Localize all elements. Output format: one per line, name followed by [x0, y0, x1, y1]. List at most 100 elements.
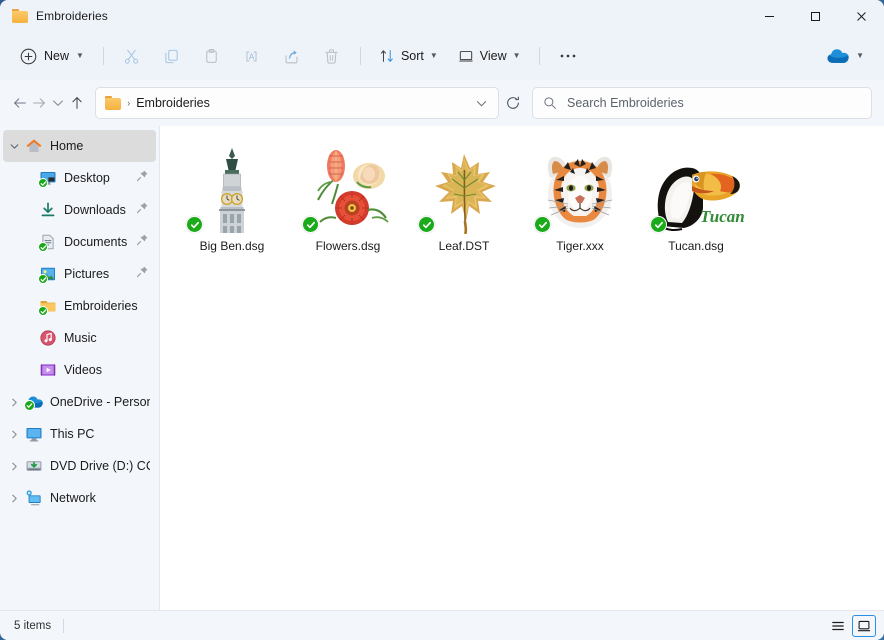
sidebar-item-embroideries[interactable]: Embroideries — [3, 290, 156, 322]
forward-button[interactable] — [31, 88, 48, 118]
chevron-right-icon[interactable] — [3, 429, 25, 440]
recent-locations-button[interactable] — [50, 88, 67, 118]
sort-button-label: Sort — [400, 49, 424, 63]
sidebar-item-dvd-drive-d-ccco[interactable]: DVD Drive (D:) CCCO — [3, 450, 156, 482]
item-count: 5 items — [14, 619, 52, 632]
sidebar-item-documents[interactable]: Documents — [3, 226, 156, 258]
sidebar-item-onedrive-personal[interactable]: OneDrive - Personal — [3, 386, 156, 418]
window-controls — [746, 0, 884, 32]
arrow-up-icon — [72, 97, 82, 109]
pin-icon[interactable] — [136, 201, 150, 219]
content-pane[interactable]: Big Ben.dsg Flowers.dsg Leaf.DST Tiger.xxx T… — [160, 126, 884, 610]
new-button[interactable]: New ▼ — [12, 40, 94, 72]
sidebar-item-videos[interactable]: Videos — [3, 354, 156, 386]
file-name: Tiger.xxx — [556, 239, 604, 253]
documents-icon — [38, 233, 57, 252]
sidebar-item-label: Home — [50, 139, 84, 153]
sidebar-item-home[interactable]: Home — [3, 130, 156, 162]
sidebar-item-label: This PC — [50, 427, 95, 441]
sidebar-item-music[interactable]: Music — [3, 322, 156, 354]
pin-icon[interactable] — [136, 169, 150, 187]
onedrive-status-button[interactable]: ▼ — [819, 40, 872, 72]
thispc-icon — [25, 425, 43, 443]
chevron-down-icon — [476, 100, 486, 106]
sidebar-item-this-pc[interactable]: This PC — [3, 418, 156, 450]
chevron-down-icon: ▼ — [856, 51, 864, 60]
rename-icon: A — [246, 50, 257, 62]
title-bar-left: Embroideries — [0, 9, 108, 23]
refresh-button[interactable] — [504, 88, 521, 118]
tucan-embroidery: Tucan — [648, 144, 744, 234]
chevron-right-icon[interactable] — [3, 493, 25, 504]
search-box[interactable] — [531, 87, 872, 119]
folder-icon — [12, 9, 28, 23]
minimize-button[interactable] — [746, 0, 792, 32]
cut-button[interactable] — [113, 40, 151, 72]
plus-circle-icon — [20, 48, 37, 64]
chevron-down-icon: ▼ — [512, 51, 521, 60]
large-icons-view-button[interactable] — [852, 614, 876, 637]
big-ben-embroidery — [184, 144, 280, 234]
search-icon — [544, 97, 556, 109]
paste-icon — [206, 48, 218, 63]
close-button[interactable] — [838, 0, 884, 32]
pin-icon[interactable] — [136, 233, 150, 251]
chevron-down-icon: ▼ — [429, 51, 438, 60]
sort-icon — [380, 50, 393, 62]
tiger-embroidery — [532, 144, 628, 234]
toolbar-divider — [102, 47, 104, 65]
folder-icon — [38, 297, 57, 316]
view-toggle-group — [826, 614, 876, 637]
refresh-icon — [506, 96, 519, 109]
address-dropdown-button[interactable] — [470, 90, 492, 116]
sidebar-item-desktop[interactable]: Desktop — [3, 162, 156, 194]
copy-button[interactable] — [153, 40, 191, 72]
flowers-embroidery — [300, 144, 396, 234]
chevron-down-icon: ▼ — [76, 51, 84, 60]
search-input[interactable] — [566, 96, 861, 110]
sync-check-icon — [186, 216, 203, 233]
share-button[interactable] — [273, 40, 311, 72]
pictures-icon — [38, 265, 57, 284]
sidebar-item-label: Embroideries — [64, 299, 138, 313]
sidebar-item-label: Pictures — [64, 267, 110, 281]
file-item[interactable]: Flowers.dsg — [290, 142, 406, 253]
file-item[interactable]: Big Ben.dsg — [174, 142, 290, 253]
chevron-down-icon[interactable] — [3, 141, 25, 152]
sidebar-item-downloads[interactable]: Downloads — [3, 194, 156, 226]
pin-icon[interactable] — [136, 265, 150, 283]
toolbar-divider-3 — [538, 47, 540, 65]
file-explorer-window: Embroideries New ▼ A Sort ▼ View ▼ ▼ › E… — [0, 0, 884, 640]
details-view-button[interactable] — [826, 615, 850, 637]
up-button[interactable] — [68, 88, 85, 118]
sort-button[interactable]: Sort ▼ — [370, 40, 447, 72]
file-name: Big Ben.dsg — [199, 239, 265, 253]
view-button-label: View — [479, 49, 507, 63]
chevron-right-icon[interactable] — [3, 461, 25, 472]
file-item[interactable]: Tiger.xxx — [522, 142, 638, 253]
sidebar-item-network[interactable]: Network — [3, 482, 156, 514]
paste-button[interactable] — [193, 40, 231, 72]
maximize-button[interactable] — [792, 0, 838, 32]
sidebar-item-label: Music — [64, 331, 97, 345]
sidebar-item-pictures[interactable]: Pictures — [3, 258, 156, 290]
scissors-icon — [125, 49, 139, 64]
file-item[interactable]: Leaf.DST — [406, 142, 522, 253]
downloads-icon — [39, 201, 57, 219]
address-bar[interactable]: › Embroideries — [95, 87, 500, 119]
more-options-button[interactable] — [549, 40, 587, 72]
toolbar-divider-2 — [359, 47, 361, 65]
breadcrumb[interactable]: Embroideries — [136, 96, 464, 110]
sidebar-item-label: Documents — [64, 235, 128, 249]
sidebar-item-label: OneDrive - Personal — [50, 395, 150, 409]
back-button[interactable] — [12, 88, 29, 118]
delete-button[interactable] — [313, 40, 351, 72]
rename-button[interactable]: A — [233, 40, 271, 72]
chevron-right-icon[interactable] — [3, 397, 25, 408]
main-area: Home Desktop Downloads Documents Pictures Emb… — [0, 126, 884, 610]
file-grid: Big Ben.dsg Flowers.dsg Leaf.DST Tiger.xxx T… — [160, 126, 884, 253]
view-button[interactable]: View ▼ — [449, 40, 530, 72]
file-item[interactable]: Tucan Tucan.dsg — [638, 142, 754, 253]
videos-icon — [39, 361, 57, 379]
sync-check-icon — [534, 216, 551, 233]
